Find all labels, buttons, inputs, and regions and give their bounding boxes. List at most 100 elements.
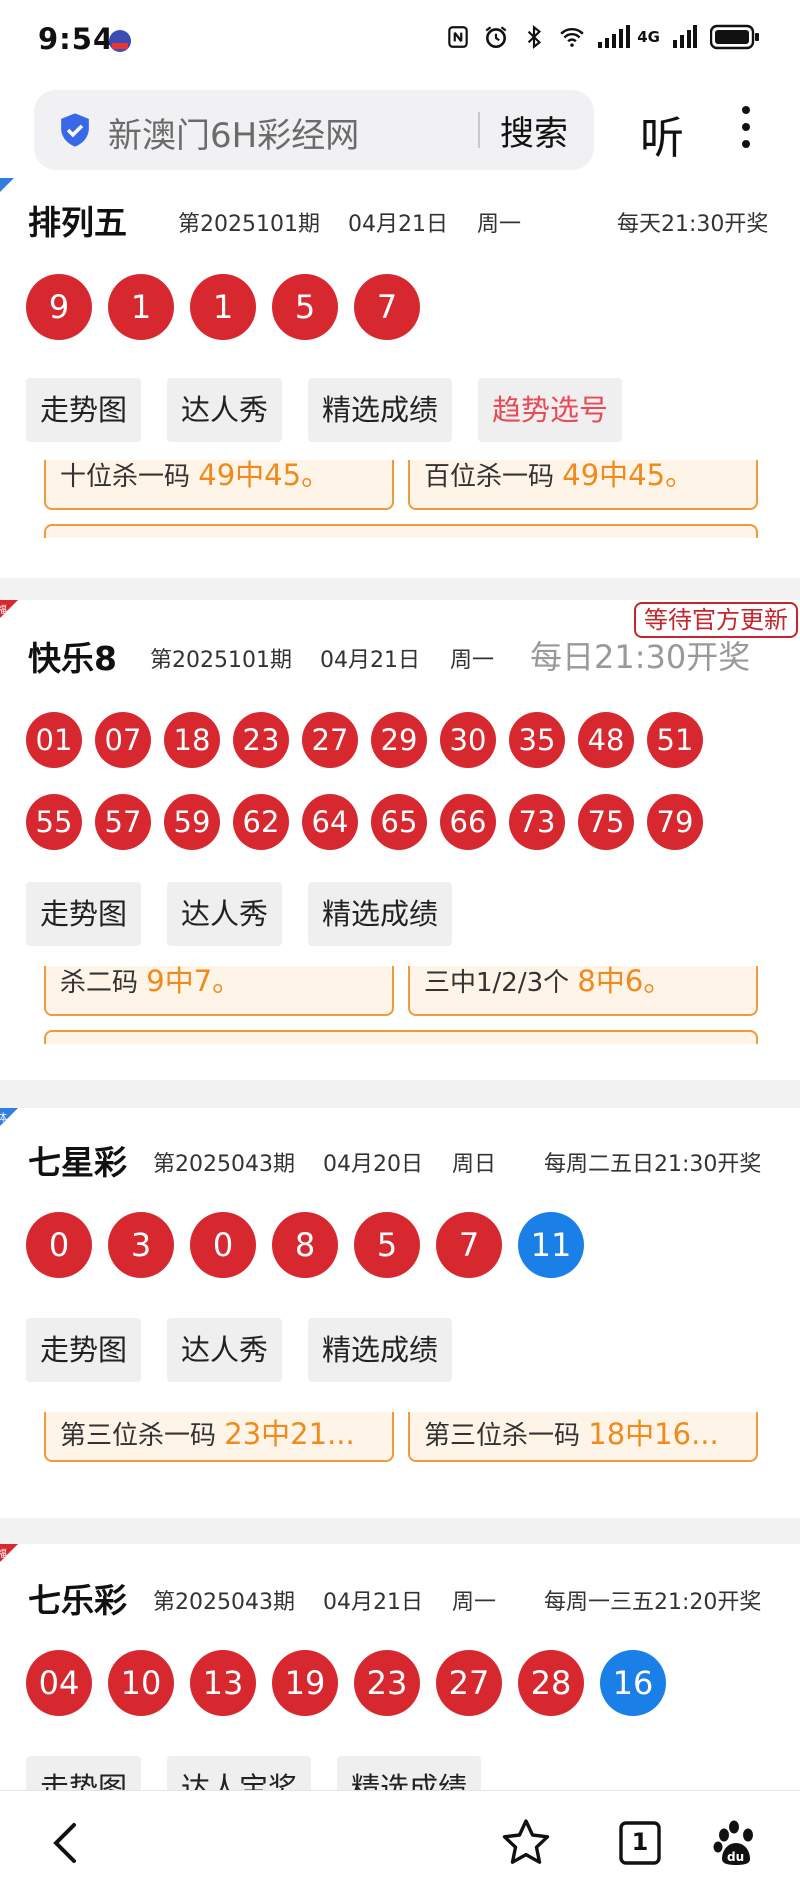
tab-count: 1 xyxy=(631,1828,649,1856)
corner-ribbon-icon: 体 xyxy=(0,1108,18,1126)
number-ball: 30 xyxy=(440,712,496,768)
number-ball: 57 xyxy=(95,794,151,850)
number-ball: 10 xyxy=(108,1650,174,1716)
stat-item[interactable]: 三中1/2/3个 8中6。 xyxy=(408,966,758,1016)
signal-icon-2 xyxy=(673,25,697,48)
bottom-navigation: 1 du xyxy=(0,1790,800,1894)
stat-item[interactable]: 第三位杀一码 23中21... xyxy=(44,1412,394,1462)
number-ball: 35 xyxy=(509,712,565,768)
listen-button[interactable]: 听 xyxy=(640,102,684,166)
number-ball: 8 xyxy=(272,1212,338,1278)
number-ball: 07 xyxy=(95,712,151,768)
app-notification-icon xyxy=(109,30,131,52)
stat-label: 十位杀一码 xyxy=(60,462,191,492)
winning-numbers: 01 07 18 23 27 29 30 35 48 51 55 57 59 6… xyxy=(26,712,746,876)
winning-numbers: 04 10 13 19 23 27 28 16 xyxy=(26,1650,682,1732)
stat-value: 49中45。 xyxy=(198,460,331,492)
winning-numbers: 9 1 1 5 7 xyxy=(26,274,436,356)
nfc-icon xyxy=(448,26,468,48)
card-actions: 走势图 达人宝奖 精选成绩 xyxy=(26,1756,482,1790)
draw-schedule: 每周一三五21:20开奖 xyxy=(544,1590,762,1615)
search-button[interactable]: 搜索 xyxy=(500,106,568,155)
selected-results-button[interactable]: 精选成绩 xyxy=(337,1756,482,1790)
stat-item[interactable]: 十位杀一码 49中45。 xyxy=(44,460,394,510)
draw-date: 04月21日 xyxy=(320,648,420,673)
number-ball: 1 xyxy=(190,274,256,340)
stat-value: 18中16... xyxy=(588,1417,719,1451)
number-ball: 5 xyxy=(354,1212,420,1278)
trend-chart-button[interactable]: 走势图 xyxy=(26,882,142,946)
expert-show-button[interactable]: 达人宝奖 xyxy=(167,1756,312,1790)
number-ball: 51 xyxy=(647,712,703,768)
number-ball: 23 xyxy=(354,1650,420,1716)
number-ball: 0 xyxy=(26,1212,92,1278)
status-bar: 9:54 4G xyxy=(0,0,800,82)
svg-text:福: 福 xyxy=(0,603,7,616)
number-ball: 64 xyxy=(302,794,358,850)
number-ball: 73 xyxy=(509,794,565,850)
number-ball: 7 xyxy=(354,274,420,340)
number-ball: 48 xyxy=(578,712,634,768)
search-divider xyxy=(478,112,480,148)
stat-item[interactable]: 第三位杀一码 18中16... xyxy=(408,1412,758,1462)
expert-show-button[interactable]: 达人秀 xyxy=(167,378,283,442)
stat-item[interactable]: 百位杀一码 49中45。 xyxy=(408,460,758,510)
lottery-name: 七乐彩 xyxy=(28,1581,127,1620)
trend-chart-button[interactable]: 走势图 xyxy=(26,1318,142,1382)
card-actions: 走势图 达人秀 精选成绩 xyxy=(26,1318,453,1382)
number-ball: 75 xyxy=(578,794,634,850)
number-ball: 9 xyxy=(26,274,92,340)
number-ball: 27 xyxy=(436,1650,502,1716)
number-ball: 0 xyxy=(190,1212,256,1278)
number-ball: 04 xyxy=(26,1650,92,1716)
star-icon[interactable] xyxy=(498,1815,554,1871)
corner-ribbon-icon xyxy=(0,178,14,192)
number-ball: 19 xyxy=(272,1650,338,1716)
expert-show-button[interactable]: 达人秀 xyxy=(167,1318,283,1382)
tabs-button[interactable]: 1 xyxy=(612,1815,668,1871)
number-ball: 01 xyxy=(26,712,82,768)
number-ball: 1 xyxy=(108,274,174,340)
trend-chart-button[interactable]: 走势图 xyxy=(26,378,142,442)
selected-results-button[interactable]: 精选成绩 xyxy=(308,882,453,946)
paw-icon[interactable]: du xyxy=(708,1815,764,1871)
corner-ribbon-icon: 福 xyxy=(0,1544,18,1562)
draw-date: 04月20日 xyxy=(323,1152,423,1177)
wifi-icon xyxy=(560,28,584,47)
draw-schedule: 每日21:30开奖 xyxy=(530,638,751,676)
draw-period: 第2025101期 xyxy=(150,648,292,673)
selected-results-button[interactable]: 精选成绩 xyxy=(308,378,453,442)
stat-label: 三中1/2/3个 xyxy=(424,968,570,998)
back-icon[interactable] xyxy=(40,1815,96,1871)
number-ball: 29 xyxy=(371,712,427,768)
stat-label: 杀二码 xyxy=(60,968,139,998)
card-actions: 走势图 达人秀 精选成绩 xyxy=(26,882,453,946)
draw-schedule: 每周二五日21:30开奖 xyxy=(544,1152,762,1177)
trend-chart-button[interactable]: 走势图 xyxy=(26,1756,142,1790)
selected-results-button[interactable]: 精选成绩 xyxy=(308,1318,453,1382)
more-menu-icon[interactable] xyxy=(738,106,754,156)
lottery-card-pailie5: 排列五 第2025101期 04月21日 周一 每天21:30开奖 9 1 1 … xyxy=(0,178,800,578)
draw-weekday: 周一 xyxy=(452,1590,497,1615)
svg-text:福: 福 xyxy=(0,1547,7,1560)
svg-text:du: du xyxy=(727,1850,744,1864)
trend-pick-button[interactable]: 趋势选号 xyxy=(478,378,623,442)
lottery-card-qilecai: 福 七乐彩 第2025043期 04月21日 周一 每周一三五21:20开奖 0… xyxy=(0,1544,800,1790)
signal-icon xyxy=(598,25,631,48)
draw-period: 第2025043期 xyxy=(153,1152,295,1177)
stat-item[interactable]: 杀二码 9中7。 xyxy=(44,966,394,1016)
search-query-text[interactable]: 新澳门6H彩经网 xyxy=(108,108,359,157)
lottery-card-kuaile8: 福 等待官方更新 快乐8 第2025101期 04月21日 周一 每日21:30… xyxy=(0,600,800,1080)
draw-weekday: 周一 xyxy=(477,212,522,237)
svg-text:体: 体 xyxy=(0,1112,7,1124)
status-time: 9:54 xyxy=(38,22,115,56)
expert-show-button[interactable]: 达人秀 xyxy=(167,882,283,946)
card-actions: 走势图 达人秀 精选成绩 趋势选号 xyxy=(26,378,623,442)
number-ball: 18 xyxy=(164,712,220,768)
network-type: 4G xyxy=(637,28,660,46)
number-ball: 65 xyxy=(371,794,427,850)
search-bar[interactable]: 新澳门6H彩经网 搜索 xyxy=(34,90,594,170)
number-ball: 23 xyxy=(233,712,289,768)
stat-value: 49中45。 xyxy=(562,460,695,492)
number-ball: 27 xyxy=(302,712,358,768)
